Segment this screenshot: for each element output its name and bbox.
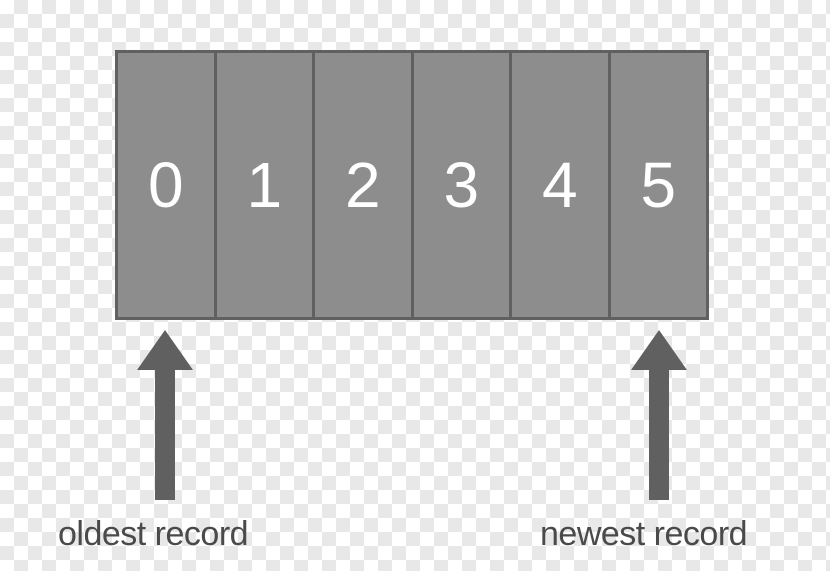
label-newest-record: newest record [540, 515, 747, 554]
label-oldest-record: oldest record [58, 515, 248, 554]
cell-5: 5 [611, 53, 707, 317]
diagram-stage: 0 1 2 3 4 5 oldest record newest record [0, 0, 830, 571]
arrow-up-icon [137, 330, 193, 370]
cell-3: 3 [414, 53, 513, 317]
arrow-shaft [649, 370, 669, 500]
record-buffer: 0 1 2 3 4 5 [115, 50, 709, 320]
arrow-shaft [155, 370, 175, 500]
cell-2: 2 [315, 53, 414, 317]
cell-1: 1 [217, 53, 316, 317]
cell-0: 0 [118, 53, 217, 317]
arrow-up-icon [631, 330, 687, 370]
cell-4: 4 [512, 53, 611, 317]
